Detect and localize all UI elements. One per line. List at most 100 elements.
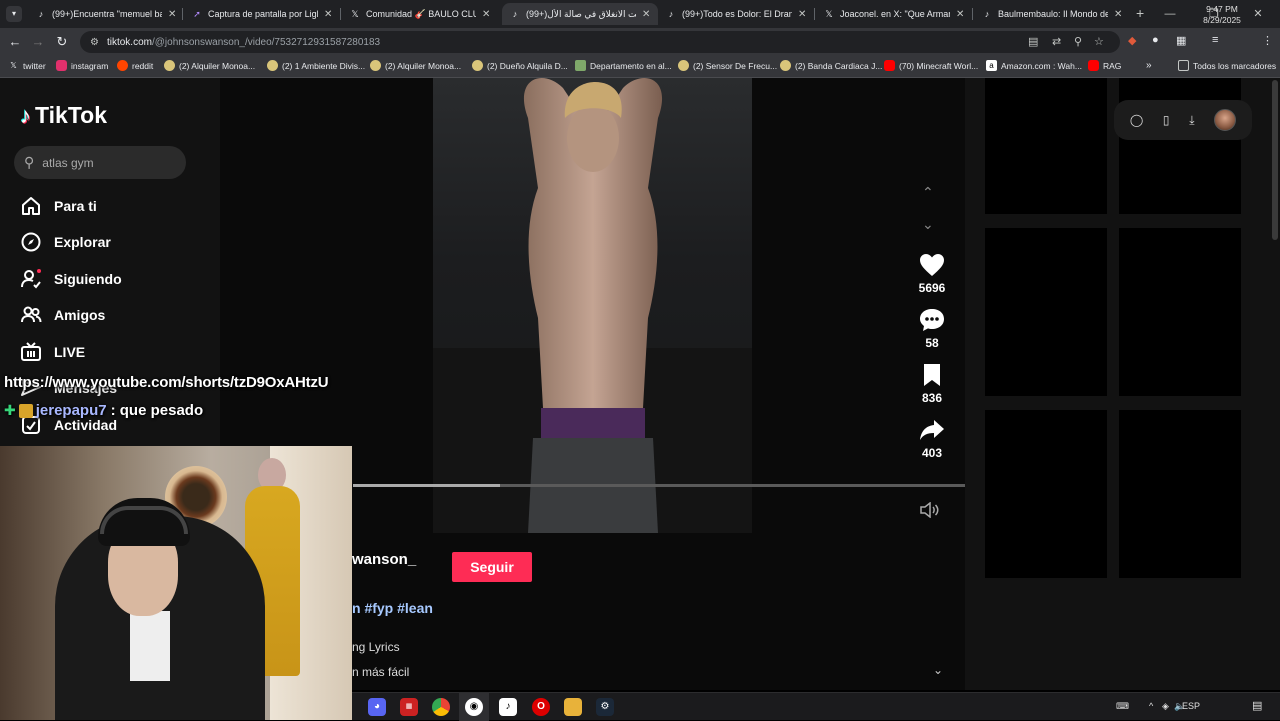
tab-search-icon[interactable]: ≡ [1212,34,1218,46]
save-button[interactable]: 836 [910,361,954,405]
bookmark-item[interactable]: (2) Banda Cardiaca J... [780,60,882,71]
zoom-icon[interactable]: ⚲ [1074,35,1082,48]
previous-video-icon[interactable]: ⌃ [922,184,934,201]
download-icon[interactable]: ⤓ [1189,113,1194,128]
sound-name[interactable]: ng Lyrics [352,640,400,654]
follow-button[interactable]: Seguir [452,552,532,582]
system-clock[interactable]: 9:47 PM 8/29/2025 [1196,4,1248,26]
bookmark-item[interactable]: Departamento en al... [575,60,672,71]
cast-icon[interactable]: ▤ [1028,35,1038,48]
new-tab-icon[interactable]: + [1136,5,1144,21]
bookmark-item[interactable]: (2) Dueño Alquila D... [472,60,568,71]
x-icon: 𝕏 [825,9,833,19]
tab-6[interactable]: 𝕏 Joaconel. en X: "Que Armani ar ✕ [816,3,972,25]
video-hashtags[interactable]: n #fyp #lean [352,600,433,616]
video-thumbnail[interactable] [985,410,1107,578]
chevron-up-icon[interactable]: ^ [1149,701,1153,711]
video-progress-bar[interactable] [353,484,965,487]
bookmark-item[interactable]: (2) Sensor De Frecu... [678,60,777,71]
bookmark-item[interactable]: (2) Alquiler Monoa... [164,60,255,71]
obs-icon[interactable]: ◉ [465,698,483,716]
bookmark-item[interactable]: (2) 1 Ambiente Divis... [267,60,365,71]
sidebar-item-explorar[interactable]: Explorar [20,231,111,253]
comment-button[interactable]: 58 [910,306,954,350]
video-thumbnail[interactable] [985,228,1107,396]
file-explorer-icon[interactable] [564,698,582,716]
tab-7[interactable]: ♪ Baulmembaulo: Il Mondo dei B ✕ [974,3,1130,25]
x-icon: 𝕏 [351,9,359,19]
coins-icon[interactable]: ◯ [1130,113,1143,127]
tab-search-icon[interactable]: ▾ [6,6,22,22]
volume-icon[interactable] [920,501,940,521]
tiktok-logo[interactable]: ♪ TikTok [20,102,107,129]
forward-icon[interactable]: → [28,32,48,52]
share-button[interactable]: 403 [910,416,954,460]
tab-2[interactable]: ➚ Captura de pantalla por Lightsh ✕ [184,3,340,25]
author-username[interactable]: wanson_ [352,551,416,568]
video-player[interactable] [433,78,752,533]
close-icon[interactable]: ✕ [482,9,490,20]
chat-message: ✚ jerepapu7 : que pesado [4,402,203,419]
tab-3[interactable]: 𝕏 Comunidad 🎸 BAULO CLUB🎸 ✕ [342,3,498,25]
x-icon: 𝕏 [10,61,17,70]
phone-icon[interactable]: ▯ [1163,113,1170,127]
tiktok-icon[interactable]: ♪ [499,698,517,716]
subscriber-badge-icon [18,403,33,418]
sidebar-item-siguiendo[interactable]: Siguiendo [20,268,122,290]
close-icon[interactable]: ✕ [956,9,964,20]
bookmark-item[interactable]: (2) Alquiler Monoa... [370,60,461,71]
close-icon[interactable]: ✕ [642,9,650,20]
close-icon[interactable]: ✕ [324,9,332,20]
extension-icon[interactable]: ● [1152,34,1159,46]
bookmark-item[interactable]: (70) Minecraft Worl... [884,60,978,71]
all-bookmarks[interactable]: Todos los marcadores [1178,60,1276,71]
clock-time: 9:47 PM [1206,4,1238,14]
reload-icon[interactable]: ↻ [52,32,72,52]
keyboard-icon[interactable]: ⌨ [1116,701,1129,712]
steam-icon[interactable]: ⚙ [596,698,614,716]
bookmark-star-icon[interactable]: ☆ [1094,35,1104,48]
tab-1[interactable]: ♪ (99+)Encuentra "memuel bautis ✕ [28,3,184,25]
page-scrollbar[interactable] [1272,80,1278,240]
close-icon[interactable]: ✕ [168,9,176,20]
search-input[interactable] [42,155,173,170]
back-icon[interactable]: ← [5,32,25,52]
tab-4-active[interactable]: ♪ (99+)وقت الانغلاق في صالة الأل ✕ [502,3,659,25]
user-avatar[interactable] [1214,109,1237,131]
site-info-icon[interactable]: ⚙ [90,37,99,48]
listing-icon [678,60,689,71]
bookmark-item[interactable]: instagram [56,60,108,71]
more-bookmarks-icon[interactable]: » [1146,60,1152,71]
bookmark-item[interactable]: 𝕏twitter [8,60,45,71]
discord-icon[interactable]: ◕ [368,698,386,716]
search-box[interactable]: ⚲ [14,146,186,179]
like-button[interactable]: 5696 [910,251,954,295]
video-thumbnail[interactable] [1119,78,1241,214]
address-bar[interactable]: ⚙ tiktok.com/@johnsonswanson_/video/7532… [80,31,1120,53]
bookmark-item[interactable]: a Amazon.com : Wah... [986,60,1082,71]
opera-icon[interactable]: O [532,698,550,716]
close-icon[interactable]: ✕ [798,9,806,20]
extension-icon[interactable]: ◆ [1128,34,1136,47]
notification-icon[interactable]: ▤ [1252,699,1262,712]
tab-5[interactable]: ♪ (99+)Todo es Dolor: El Drama e ✕ [658,3,814,25]
translate-icon[interactable]: ⇄ [1052,35,1061,48]
video-thumbnail[interactable] [985,78,1107,214]
sidebar-item-live[interactable]: LIVE [20,341,85,363]
sidebar-item-para-ti[interactable]: Para ti [20,195,97,217]
video-thumbnail[interactable] [1119,228,1241,396]
next-video-icon[interactable]: ⌄ [922,216,934,233]
close-icon[interactable]: ✕ [1114,9,1122,20]
video-thumbnail[interactable] [1119,410,1241,578]
chevron-down-icon[interactable]: ⌄ [933,663,943,677]
minimize-icon[interactable]: — [1148,0,1192,28]
bookmark-item[interactable]: RAG [1088,60,1121,71]
network-icon[interactable]: ◈ [1162,701,1169,712]
chrome-icon[interactable] [432,698,450,716]
menu-icon[interactable]: ⋮ [1262,34,1273,47]
extensions-puzzle-icon[interactable]: ▦ [1176,34,1186,47]
sidebar-item-amigos[interactable]: Amigos [20,304,105,326]
language-indicator[interactable]: ESP [1182,701,1200,711]
game-app-icon[interactable]: ▦ [400,698,418,716]
bookmark-item[interactable]: reddit [117,60,153,71]
